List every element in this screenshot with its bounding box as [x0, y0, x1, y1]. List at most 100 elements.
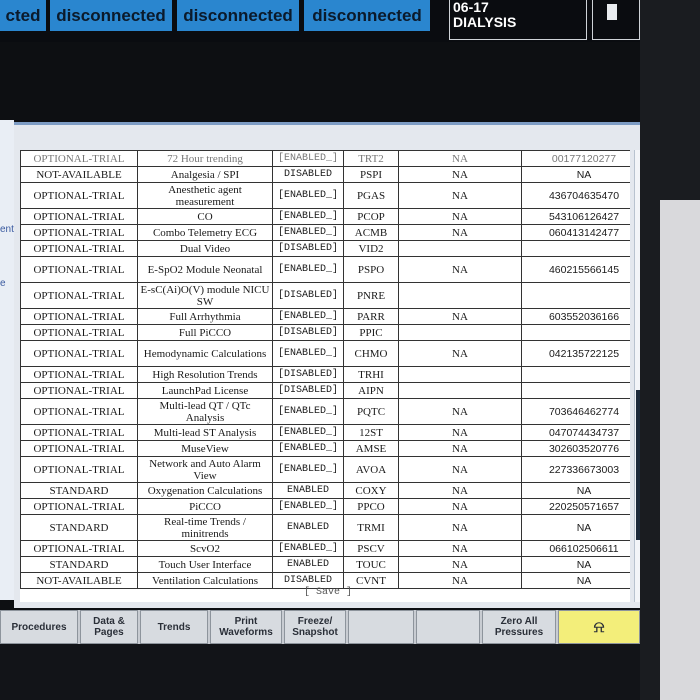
- enabled-cell[interactable]: [ENABLED_]: [272, 256, 344, 283]
- key-cell: 436704635470: [521, 182, 630, 209]
- table-row[interactable]: OPTIONAL-TRIAL Multi-lead ST Analysis [ENA…: [20, 424, 630, 441]
- table-row[interactable]: OPTIONAL-TRIAL Combo Telemetry ECG [ENABLE…: [20, 224, 630, 241]
- background-wall: [660, 200, 700, 700]
- enabled-cell[interactable]: [DISABLED]: [272, 366, 344, 383]
- status-cell: OPTIONAL-TRIAL: [20, 224, 138, 241]
- procedures-button[interactable]: Procedures: [0, 610, 78, 644]
- key-cell: 220250571657: [521, 498, 630, 515]
- table-row[interactable]: OPTIONAL-TRIAL Full PiCCO [DISABLED] PPIC: [20, 324, 630, 341]
- table-row[interactable]: OPTIONAL-TRIAL PiCCO [ENABLED_] PPCO NA 22025…: [20, 498, 630, 515]
- table-row[interactable]: OPTIONAL-TRIAL CO [ENABLED_] PCOP NA 54310612…: [20, 208, 630, 225]
- table-row-partial[interactable]: OPTIONAL-TRIAL 72 Hour trending [ENABLED_]…: [20, 150, 630, 167]
- table-row[interactable]: OPTIONAL-TRIAL E-SpO2 Module Neonatal [ENA…: [20, 256, 630, 283]
- status-cell: OPTIONAL-TRIAL: [20, 340, 138, 367]
- enabled-cell[interactable]: [ENABLED_]: [272, 456, 344, 483]
- enabled-cell[interactable]: [ENABLED_]: [272, 340, 344, 367]
- enabled-cell[interactable]: [ENABLED_]: [272, 540, 344, 557]
- key-cell: 302603520776: [521, 440, 630, 457]
- top-status-bar: cted disconnected disconnected disconnec…: [0, 0, 700, 42]
- enabled-cell[interactable]: [ENABLED_]: [272, 498, 344, 515]
- blank-1-button[interactable]: [348, 610, 414, 644]
- enabled-cell[interactable]: ENABLED: [272, 482, 344, 499]
- option-name-cell: Dual Video: [137, 240, 273, 257]
- enabled-cell[interactable]: [DISABLED]: [272, 324, 344, 341]
- status-cell: OPTIONAL-TRIAL: [20, 540, 138, 557]
- code-cell: PPIC: [343, 324, 399, 341]
- table-row[interactable]: OPTIONAL-TRIAL Dual Video [DISABLED] VID2: [20, 240, 630, 257]
- connection-status-0[interactable]: cted: [0, 0, 48, 31]
- na-cell: NA: [398, 456, 522, 483]
- option-name-cell: Hemodynamic Calculations: [137, 340, 273, 367]
- table-row[interactable]: NOT-AVAILABLE Analgesia / SPI DISABLED PSPI…: [20, 166, 630, 183]
- table-row[interactable]: OPTIONAL-TRIAL ScvO2 [ENABLED_] PSCV NA 06610…: [20, 540, 630, 557]
- key-cell: NA: [521, 572, 630, 589]
- enabled-cell[interactable]: DISABLED: [272, 166, 344, 183]
- option-name-cell: MuseView: [137, 440, 273, 457]
- table-row[interactable]: OPTIONAL-TRIAL Hemodynamic Calculations [E…: [20, 340, 630, 367]
- enabled-cell[interactable]: [DISABLED]: [272, 282, 344, 309]
- indicator-mark: [607, 4, 617, 20]
- na-cell: NA: [398, 572, 522, 589]
- table-row[interactable]: OPTIONAL-TRIAL MuseView [ENABLED_] AMSE NA 30…: [20, 440, 630, 457]
- code-cell: TRHI: [343, 366, 399, 383]
- alarm-silence-button[interactable]: ⍾: [558, 610, 640, 644]
- code-cell: PARR: [343, 308, 399, 325]
- na-cell: NA: [398, 482, 522, 499]
- option-name-cell: 72 Hour trending: [137, 150, 273, 167]
- connection-status-2[interactable]: disconnected: [177, 0, 301, 31]
- table-row[interactable]: OPTIONAL-TRIAL LaunchPad License [DISABLED…: [20, 382, 630, 399]
- softkey-label: Data & Pages: [93, 616, 125, 638]
- status-cell: OPTIONAL-TRIAL: [20, 308, 138, 325]
- enabled-cell[interactable]: [DISABLED]: [272, 240, 344, 257]
- status-cell: OPTIONAL-TRIAL: [20, 498, 138, 515]
- enabled-cell[interactable]: [ENABLED_]: [272, 398, 344, 425]
- enabled-cell[interactable]: [ENABLED_]: [272, 308, 344, 325]
- connection-status-1[interactable]: disconnected: [50, 0, 174, 31]
- data-pages-button[interactable]: Data & Pages: [80, 610, 138, 644]
- freeze-snapshot-button[interactable]: Freeze/ Snapshot: [284, 610, 346, 644]
- table-row[interactable]: OPTIONAL-TRIAL Multi-lead QT / QTc Analys…: [20, 398, 630, 425]
- status-cell: NOT-AVAILABLE: [20, 166, 138, 183]
- print-waveforms-button[interactable]: Print Waveforms: [210, 610, 282, 644]
- enabled-cell[interactable]: [ENABLED_]: [272, 224, 344, 241]
- table-row[interactable]: STANDARD Touch User Interface ENABLED TOUC N…: [20, 556, 630, 573]
- option-name-cell: Combo Telemetry ECG: [137, 224, 273, 241]
- table-row[interactable]: OPTIONAL-TRIAL Network and Auto Alarm Vie…: [20, 456, 630, 483]
- enabled-cell[interactable]: ENABLED: [272, 556, 344, 573]
- softkey-bar: Procedures Data & Pages Trends Print Wavefo…: [0, 610, 640, 644]
- enabled-cell[interactable]: [ENABLED_]: [272, 424, 344, 441]
- status-cell: OPTIONAL-TRIAL: [20, 240, 138, 257]
- save-button[interactable]: [ Save ]: [304, 587, 352, 598]
- table-row[interactable]: OPTIONAL-TRIAL Full Arrhythmia [ENABLED_] P…: [20, 308, 630, 325]
- table-row[interactable]: OPTIONAL-TRIAL High Resolution Trends [DIS…: [20, 366, 630, 383]
- table-row[interactable]: OPTIONAL-TRIAL E-sC(Ai)O(V) module NICU S…: [20, 282, 630, 309]
- table-row[interactable]: STANDARD Real-time Trends / minitrends ENA…: [20, 514, 630, 541]
- key-cell: 227336673003: [521, 456, 630, 483]
- code-cell: AMSE: [343, 440, 399, 457]
- option-name-cell: Ventilation Calculations: [137, 572, 273, 589]
- enabled-cell[interactable]: [ENABLED_]: [272, 208, 344, 225]
- blank-2-button[interactable]: [416, 610, 480, 644]
- table-row[interactable]: STANDARD Oxygenation Calculations ENABLED C…: [20, 482, 630, 499]
- enabled-cell[interactable]: [ENABLED_]: [272, 182, 344, 209]
- connection-status-3[interactable]: disconnected: [304, 0, 432, 31]
- enabled-cell[interactable]: [ENABLED_]: [272, 150, 344, 167]
- code-cell: PPCO: [343, 498, 399, 515]
- status-cell: OPTIONAL-TRIAL: [20, 440, 138, 457]
- key-cell: NA: [521, 482, 630, 499]
- bed-label[interactable]: 06-17 DIALYSIS: [449, 0, 587, 40]
- option-name-cell: Multi-lead QT / QTc Analysis: [137, 398, 273, 425]
- code-cell: PCOP: [343, 208, 399, 225]
- enabled-cell[interactable]: [DISABLED]: [272, 382, 344, 399]
- softkey-label: Procedures: [11, 621, 67, 633]
- option-name-cell: Touch User Interface: [137, 556, 273, 573]
- na-cell: NA: [398, 150, 522, 167]
- enabled-cell[interactable]: [ENABLED_]: [272, 440, 344, 457]
- key-cell: 543106126427: [521, 208, 630, 225]
- trends-button[interactable]: Trends: [140, 610, 208, 644]
- zero-all-pressures-button[interactable]: Zero All Pressures: [482, 610, 556, 644]
- enabled-cell[interactable]: ENABLED: [272, 514, 344, 541]
- table-row[interactable]: OPTIONAL-TRIAL Anesthetic agent measureme…: [20, 182, 630, 209]
- code-cell: PSCV: [343, 540, 399, 557]
- status-cell: OPTIONAL-TRIAL: [20, 150, 138, 167]
